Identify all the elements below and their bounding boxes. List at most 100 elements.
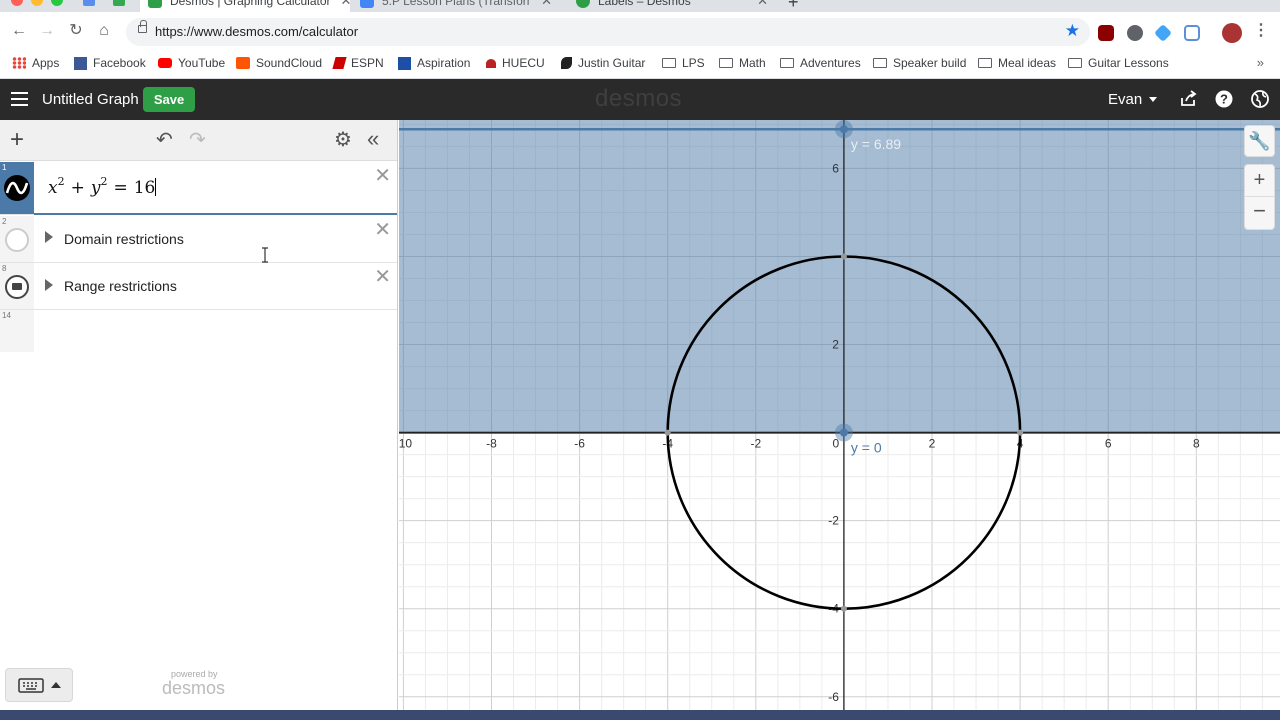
bookmark-folder-math[interactable]: Math <box>719 56 766 70</box>
bookmark-apps[interactable]: Apps <box>12 56 59 70</box>
chevron-down-icon[interactable] <box>1149 97 1157 102</box>
extension-diamond-icon[interactable] <box>1153 23 1173 43</box>
folder-label[interactable]: Range restrictions <box>64 278 177 294</box>
hamburger-menu-icon[interactable] <box>11 92 28 106</box>
bookmark-folder-lps[interactable]: LPS <box>662 56 705 70</box>
back-arrow-icon[interactable]: ← <box>9 21 29 41</box>
expression-row[interactable]: 1 x2 + y2 = 16 ✕ <box>0 162 397 215</box>
expand-folder-icon[interactable] <box>45 279 53 291</box>
math-input-field[interactable]: x2 + y2 = 16 <box>48 175 157 198</box>
graph-canvas[interactable]: -10-8-6-4-20246862-2-4-6y = 6.89y = 0 <box>399 120 1280 710</box>
ublock-icon[interactable] <box>1098 25 1114 41</box>
delete-folder-icon[interactable]: ✕ <box>374 266 391 288</box>
minimize-window-button[interactable] <box>31 0 43 6</box>
wrench-icon[interactable]: 🔧 <box>1244 125 1275 157</box>
close-icon[interactable]: ✕ <box>531 0 552 9</box>
bookmark-folder-meal-ideas[interactable]: Meal ideas <box>978 56 1056 70</box>
bookmark-espn[interactable]: ESPN <box>332 56 384 70</box>
user-menu[interactable]: Evan <box>1108 91 1142 108</box>
expression-toolbar: + ↶ ↷ ⚙ « <box>0 120 397 161</box>
forward-arrow-icon[interactable]: → <box>37 21 57 41</box>
close-icon[interactable]: ✕ <box>747 0 768 9</box>
expression-panel: + ↶ ↷ ⚙ « 1 x2 + y2 = 16 ✕ 2 Domain restrict… <box>0 120 398 710</box>
folder-icon <box>780 58 794 68</box>
gear-icon[interactable]: ⚙ <box>334 129 352 151</box>
macos-dock <box>0 710 1280 720</box>
bookmark-label: HUECU <box>502 56 545 70</box>
expression-number: 14 <box>2 311 11 320</box>
graph-style-icon[interactable] <box>3 174 31 202</box>
bookmark-label: Apps <box>32 56 60 70</box>
share-icon[interactable] <box>1180 90 1198 108</box>
pinned-tab-icon[interactable] <box>83 0 95 6</box>
bookmark-youtube[interactable]: YouTube <box>158 56 225 70</box>
bookmark-label: Math <box>739 56 766 70</box>
desmos-favicon-icon <box>576 0 590 8</box>
expression-tab[interactable]: 14 <box>0 310 34 352</box>
bookmark-folder-speaker-build[interactable]: Speaker build <box>873 56 966 70</box>
hidden-graph-toggle[interactable] <box>5 228 29 252</box>
bookmark-justin-guitar[interactable]: Justin Guitar <box>561 56 645 70</box>
globe-icon[interactable] <box>1251 90 1269 108</box>
bookmark-soundcloud[interactable]: SoundCloud <box>236 56 322 70</box>
delete-folder-icon[interactable]: ✕ <box>374 219 391 241</box>
y-tick-label: 2 <box>832 338 839 352</box>
add-item-button[interactable]: + <box>10 128 24 152</box>
tab-labels[interactable]: Labels – Desmos ✕ <box>568 0 776 12</box>
close-icon[interactable]: ✕ <box>331 0 350 9</box>
desmos-footer-logo[interactable]: desmos <box>162 678 225 699</box>
folder-tab[interactable]: 2 <box>0 216 34 262</box>
reload-icon[interactable]: ↻ <box>66 21 86 41</box>
delete-expression-icon[interactable]: ✕ <box>374 165 391 187</box>
folder-icon[interactable] <box>5 275 29 299</box>
expression-tab[interactable]: 1 <box>0 162 34 214</box>
bookmark-star-icon[interactable]: ★ <box>1065 21 1080 41</box>
x-tick-label: 6 <box>1105 437 1112 451</box>
bookmark-facebook[interactable]: Facebook <box>74 56 146 70</box>
save-button[interactable]: Save <box>143 87 195 112</box>
redo-icon[interactable]: ↷ <box>189 129 206 151</box>
help-icon[interactable]: ? <box>1215 90 1233 108</box>
folder-label[interactable]: Domain restrictions <box>64 231 184 247</box>
zoom-out-button[interactable]: − <box>1245 197 1274 229</box>
folder-row-domain[interactable]: 2 Domain restrictions ✕ <box>0 216 397 263</box>
profile-avatar[interactable] <box>1222 23 1242 43</box>
bookmark-label: Adventures <box>800 56 861 70</box>
tab-lesson-plans[interactable]: 5.P Lesson Plans (Transformati ✕ <box>352 0 560 12</box>
folder-row-range[interactable]: 8 Range restrictions ✕ <box>0 263 397 310</box>
bookmark-huecu[interactable]: HUECU <box>486 56 545 70</box>
browser-menu-icon[interactable]: ⋮ <box>1251 21 1271 41</box>
expand-folder-icon[interactable] <box>45 231 53 243</box>
url-text[interactable]: https://www.desmos.com/calculator <box>155 24 358 39</box>
address-bar[interactable]: https://www.desmos.com/calculator ★ <box>126 18 1090 46</box>
folder-icon <box>873 58 887 68</box>
tab-title: Labels – Desmos <box>598 0 691 8</box>
bookmark-label: LPS <box>682 56 705 70</box>
graph-paper[interactable]: -10-8-6-4-20246862-2-4-6y = 6.89y = 0 🔧 … <box>399 120 1280 710</box>
undo-icon[interactable]: ↶ <box>156 129 173 151</box>
bookmark-folder-adventures[interactable]: Adventures <box>780 56 861 70</box>
keyboard-toggle-button[interactable] <box>5 668 73 702</box>
graph-title[interactable]: Untitled Graph <box>42 91 139 108</box>
extension-shield-icon[interactable] <box>1184 25 1200 41</box>
more-bookmarks-button[interactable]: » <box>1257 55 1264 70</box>
empty-expression-row[interactable]: 14 <box>0 310 397 352</box>
extension-w-icon[interactable] <box>1127 25 1143 41</box>
new-tab-button[interactable]: + <box>788 0 799 12</box>
tab-desmos[interactable]: Desmos | Graphing Calculator ✕ <box>140 0 350 12</box>
maximize-window-button[interactable] <box>51 0 63 6</box>
folder-tab[interactable]: 8 <box>0 263 34 309</box>
home-icon[interactable]: ⌂ <box>94 21 114 41</box>
youtube-icon <box>158 58 172 68</box>
zoom-controls: + − <box>1244 164 1275 230</box>
collapse-panel-icon[interactable]: « <box>367 127 379 151</box>
desmos-header: Untitled Graph Save desmos Evan ? <box>0 79 1280 120</box>
drive-tab-icon[interactable] <box>113 0 125 6</box>
espn-icon <box>332 57 347 69</box>
aspiration-icon <box>398 56 411 70</box>
bookmark-folder-guitar-lessons[interactable]: Guitar Lessons <box>1068 56 1169 70</box>
bookmark-aspiration[interactable]: Aspiration <box>398 56 470 70</box>
folder-icon <box>978 58 992 68</box>
close-window-button[interactable] <box>11 0 23 6</box>
zoom-in-button[interactable]: + <box>1245 165 1274 197</box>
